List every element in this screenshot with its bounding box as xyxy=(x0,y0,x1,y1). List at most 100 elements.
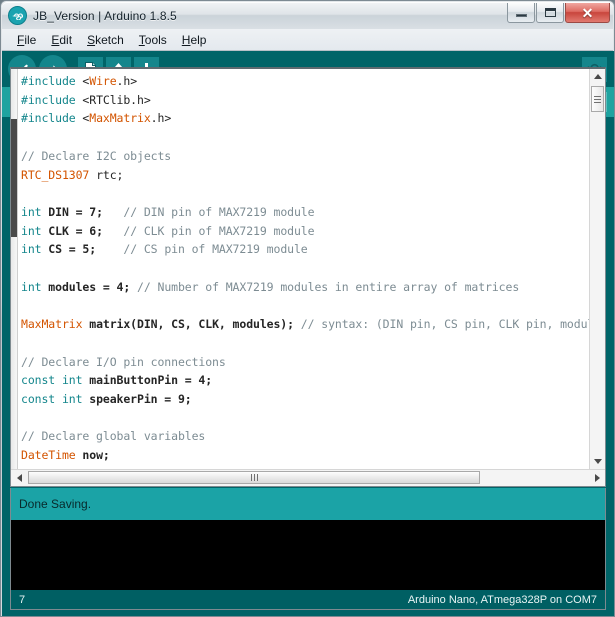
line-number-indicator: 7 xyxy=(19,593,26,606)
menu-tools[interactable]: Tools xyxy=(132,31,174,49)
editor-gutter xyxy=(11,69,18,469)
code-token: // CLK pin of MAX7219 module xyxy=(123,223,315,238)
code-token: int xyxy=(21,242,42,257)
code-token: const int xyxy=(21,373,83,388)
menu-help-rest: elp xyxy=(190,32,207,47)
code-token: <RTClib.h> xyxy=(82,92,151,107)
window-frame: JB_Version | Arduino 1.8.5 ✕ File Edit S… xyxy=(0,0,615,617)
menu-edit[interactable]: Edit xyxy=(44,31,79,49)
code-token: MaxMatrix xyxy=(89,111,151,126)
code-token: Wire xyxy=(89,74,117,88)
arduino-ide-window: JB_Version | Arduino 1.8.5 ✕ File Edit S… xyxy=(0,0,615,617)
editor-horizontal-scrollbar[interactable] xyxy=(11,469,605,486)
code-line: int CS = 5; // CS pin of MAX7219 module xyxy=(21,240,589,259)
menu-file[interactable]: File xyxy=(10,31,43,49)
code-editor[interactable]: #include <Wire.h> #include <RTClib.h> #inc… xyxy=(10,67,606,487)
code-line: #include <MaxMatrix.h> xyxy=(21,109,589,128)
code-token: MaxMatrix xyxy=(21,317,83,332)
code-line: RTC_DS1307 rtc; xyxy=(21,166,589,185)
close-button[interactable]: ✕ xyxy=(565,3,610,23)
code-token: int xyxy=(21,279,42,294)
code-token: now; xyxy=(75,448,110,463)
code-token: .h> xyxy=(116,74,138,88)
code-line: #include <RTClib.h> xyxy=(21,91,589,110)
code-token: // Number of MAX7219 modules in entire a… xyxy=(137,279,520,294)
code-line: const int speakerPin = 9; xyxy=(21,390,589,409)
code-line: // Declare I2C objects xyxy=(21,147,589,166)
menu-file-rest: ile xyxy=(24,32,37,47)
code-token: // CS pin of MAX7219 module xyxy=(123,242,308,257)
editor-vertical-scrollbar[interactable] xyxy=(589,69,605,469)
code-line: int DIN = 7; // DIN pin of MAX7219 modul… xyxy=(21,203,589,222)
scroll-up-icon xyxy=(593,74,602,79)
board-info: Arduino Nano, ATmega328P on COM7 xyxy=(407,593,597,606)
code-token: CLK = 6; xyxy=(41,223,103,238)
scroll-left-button[interactable] xyxy=(11,470,27,485)
code-line: const int mainButtonPin = 4; xyxy=(21,371,589,390)
code-token: #include xyxy=(21,74,83,88)
scroll-right-button[interactable] xyxy=(589,470,605,485)
minimize-button[interactable] xyxy=(507,3,535,23)
window-controls: ✕ xyxy=(507,3,610,23)
code-token: #include xyxy=(21,111,83,126)
code-token: #include xyxy=(21,92,83,107)
vertical-scroll-thumb[interactable] xyxy=(591,86,604,112)
code-token: rtc; xyxy=(89,167,124,182)
titlebar: JB_Version | Arduino 1.8.5 ✕ xyxy=(2,2,613,29)
code-token: const int xyxy=(21,391,83,406)
close-icon: ✕ xyxy=(581,4,594,21)
scroll-down-button[interactable] xyxy=(590,454,605,469)
menu-edit-rest: dit xyxy=(59,32,73,47)
menu-help[interactable]: Help xyxy=(175,31,214,49)
scroll-left-icon xyxy=(16,473,22,482)
source-code[interactable]: #include <Wire.h> #include <RTClib.h> #inc… xyxy=(21,72,589,469)
horizontal-scroll-thumb[interactable] xyxy=(28,471,480,484)
minimize-icon xyxy=(515,13,527,17)
gutter-marker xyxy=(11,119,17,237)
console-output[interactable] xyxy=(10,520,606,590)
code-token: // syntax: (DIN pin, CS pin, CLK pin, mo… xyxy=(300,317,589,332)
scroll-grip-icon xyxy=(250,474,258,481)
scroll-down-icon xyxy=(593,459,602,464)
code-token: int xyxy=(21,204,42,219)
code-token: modules = 4; xyxy=(41,279,131,294)
status-message-text: Done Saving. xyxy=(19,497,92,511)
code-token: // Declare I2C objects xyxy=(21,148,172,163)
code-line: // Declare global variables xyxy=(21,427,589,446)
code-token: // Declare I/O pin connections xyxy=(21,354,226,369)
menubar: File Edit Sketch Tools Help xyxy=(2,29,613,51)
code-token: // DIN pin of MAX7219 module xyxy=(123,204,315,219)
scroll-up-button[interactable] xyxy=(590,69,605,84)
scroll-right-icon xyxy=(594,473,600,482)
window-title: JB_Version | Arduino 1.8.5 xyxy=(33,8,177,23)
menu-sketch-mnemonic: S xyxy=(87,32,96,47)
code-line: #include <Wire.h> xyxy=(21,72,589,91)
code-line: int CLK = 6; // CLK pin of MAX7219 modul… xyxy=(21,222,589,241)
maximize-button[interactable] xyxy=(536,3,564,23)
code-line: MaxMatrix matrix(DIN, CS, CLK, modules);… xyxy=(21,315,589,334)
code-line: DateTime now; xyxy=(21,446,589,465)
code-token: matrix(DIN, CS, CLK, modules); xyxy=(82,317,294,332)
code-line: int modules = 4; // Number of MAX7219 mo… xyxy=(21,278,589,297)
code-token: CS = 5; xyxy=(41,242,97,257)
menu-tools-rest: ools xyxy=(144,32,167,47)
code-token: // Declare global variables xyxy=(21,429,206,444)
code-token: int xyxy=(21,223,42,238)
code-token: .h> xyxy=(150,111,172,126)
code-token: mainButtonPin = 4; xyxy=(82,373,213,388)
code-line: // Declare I/O pin connections xyxy=(21,353,589,372)
status-message: Done Saving. xyxy=(10,488,606,520)
code-text-area[interactable]: #include <Wire.h> #include <RTClib.h> #inc… xyxy=(11,69,589,469)
code-token: DateTime xyxy=(21,448,76,463)
menu-sketch[interactable]: Sketch xyxy=(80,31,131,49)
scroll-grip-icon xyxy=(594,95,601,103)
